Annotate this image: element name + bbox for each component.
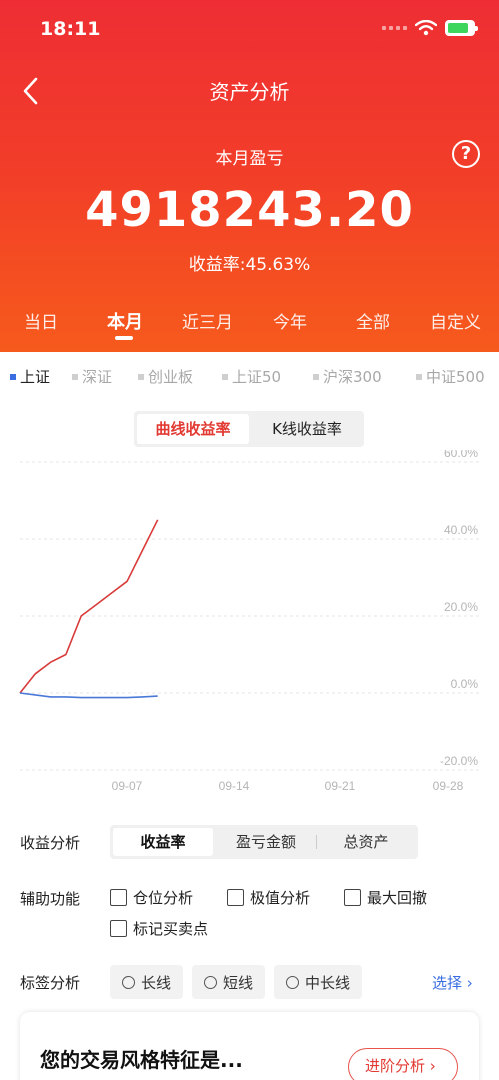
index-dot-icon — [222, 373, 228, 380]
cellular-signal-icon — [382, 26, 407, 30]
yield-line-chart: 60.0% 40.0% 20.0% 0.0% -20.0% 09-07 09-14 09-21… — [19, 450, 480, 793]
index-dot-icon — [10, 373, 16, 380]
x-tick-label: 09-21 — [325, 779, 356, 793]
help-icon[interactable]: ? — [452, 140, 480, 168]
mark-trade-points-checkbox[interactable]: 标记买卖点 — [110, 918, 208, 939]
period-tab-month[interactable]: 本月 — [107, 308, 143, 334]
period-tabs: 当日 本月 近三月 今年 全部 自定义 — [0, 308, 499, 338]
x-tick-label: 09-14 — [219, 779, 250, 793]
chart-type-switch: 曲线收益率 K线收益率 — [134, 411, 364, 447]
period-tab-all[interactable]: 全部 — [356, 308, 390, 333]
checkbox-icon — [110, 889, 127, 906]
index-tab-shanghai[interactable]: 上证 — [10, 366, 50, 387]
index-selector: 上证 深证 创业板 上证50 沪深300 中证500 — [0, 366, 499, 390]
period-tab-three-months[interactable]: 近三月 — [182, 308, 233, 333]
index-tab-sse50[interactable]: 上证50 — [222, 366, 281, 387]
trading-style-card: 您的交易风格特征是... 进阶分析 › — [20, 1012, 479, 1080]
profit-amount: 4918243.20 — [85, 182, 414, 238]
profit-amount-tab[interactable]: 盈亏金额 — [216, 828, 316, 856]
yield-rate: 收益率:45.63% — [188, 255, 311, 275]
index-tab-chinext[interactable]: 创业板 — [138, 366, 193, 387]
yield-analysis-label: 收益分析 — [20, 834, 81, 852]
total-assets-tab[interactable]: 总资产 — [316, 828, 416, 856]
tag-analysis-label: 标签分析 — [20, 974, 81, 992]
x-tick-label: 09-07 — [112, 779, 143, 793]
y-tick-label: 60.0% — [444, 450, 478, 460]
portfolio-yield-line — [19, 519, 159, 694]
status-time: 18:11 — [40, 18, 101, 40]
trading-style-title: 您的交易风格特征是... — [40, 1048, 243, 1072]
position-analysis-checkbox[interactable]: 仓位分析 — [110, 887, 193, 908]
x-tick-label: 09-28 — [433, 779, 464, 793]
chevron-right-icon: › — [429, 1057, 436, 1075]
index-dot-icon — [72, 373, 78, 380]
y-tick-label: 20.0% — [444, 600, 478, 614]
radio-icon — [286, 975, 299, 989]
index-tab-csi500[interactable]: 中证500 — [416, 366, 485, 387]
index-yield-line — [19, 692, 158, 699]
y-tick-label: 0.0% — [451, 677, 479, 691]
checkbox-icon — [110, 920, 127, 937]
advanced-analysis-button[interactable]: 进阶分析 › — [348, 1048, 458, 1080]
long-term-radio[interactable]: 长线 — [110, 965, 184, 999]
status-icons — [382, 20, 478, 36]
curve-yield-tab[interactable]: 曲线收益率 — [137, 414, 249, 444]
radio-icon — [204, 975, 217, 989]
short-term-radio[interactable]: 短线 — [192, 965, 266, 999]
page-title: 资产分析 — [209, 80, 290, 104]
header: 18:11 资产分析 本月盈亏 ? 4918243.20 收益率:45.63% … — [0, 0, 499, 352]
yield-rate-tab[interactable]: 收益率 — [113, 828, 213, 856]
yield-analysis-switch: 收益率 盈亏金额 总资产 — [110, 825, 418, 859]
select-tag-link[interactable]: 选择 › — [432, 972, 473, 993]
period-tab-custom[interactable]: 自定义 — [430, 308, 481, 333]
y-tick-label: 40.0% — [444, 523, 478, 537]
kline-yield-tab[interactable]: K线收益率 — [252, 414, 362, 444]
period-tab-today[interactable]: 当日 — [24, 308, 58, 333]
chevron-right-icon: › — [466, 974, 473, 992]
period-profit-label: 本月盈亏 — [215, 149, 284, 169]
battery-icon — [445, 20, 478, 36]
index-tab-csi300[interactable]: 沪深300 — [313, 366, 382, 387]
index-tab-shenzhen[interactable]: 深证 — [72, 366, 112, 387]
y-tick-label: -20.0% — [440, 754, 478, 768]
index-dot-icon — [138, 373, 144, 380]
active-tab-indicator — [115, 336, 133, 340]
checkbox-icon — [227, 889, 244, 906]
index-dot-icon — [416, 373, 422, 380]
period-tab-year[interactable]: 今年 — [273, 308, 307, 333]
index-dot-icon — [313, 373, 319, 380]
extreme-analysis-checkbox[interactable]: 极值分析 — [227, 887, 310, 908]
max-drawdown-checkbox[interactable]: 最大回撤 — [344, 887, 427, 908]
wifi-icon — [415, 20, 437, 36]
radio-icon — [122, 975, 135, 989]
checkbox-icon — [344, 889, 361, 906]
aux-function-label: 辅助功能 — [20, 890, 81, 908]
mid-long-term-radio[interactable]: 中长线 — [274, 965, 363, 999]
